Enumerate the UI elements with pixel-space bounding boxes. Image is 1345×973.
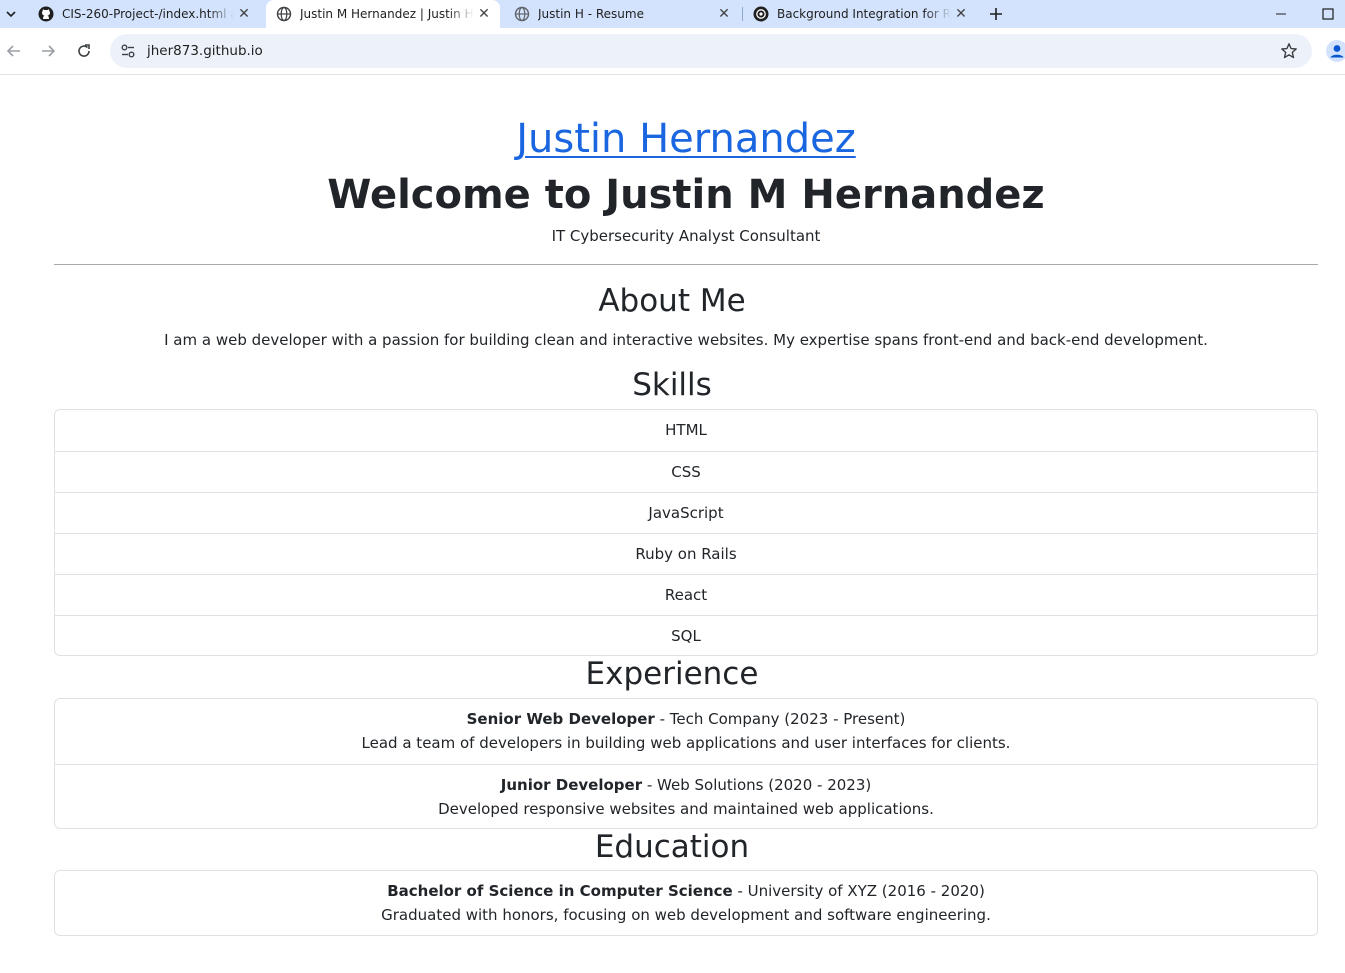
maximize-button[interactable]	[1305, 0, 1345, 28]
job-title: IT Cybersecurity Analyst Consultant	[551, 227, 821, 245]
tab-title: CIS-260-Project-/index.html at main	[62, 7, 234, 21]
forward-button[interactable]	[34, 37, 62, 65]
skill-item: HTML	[665, 421, 707, 439]
tab-title: Justin H - Resume	[538, 7, 644, 21]
education-description: Graduated with honors, focusing on web d…	[381, 906, 991, 924]
tab-search-button[interactable]	[0, 0, 22, 28]
skill-item: React	[55, 574, 1317, 615]
experience-header: Junior Developer - Web Solutions (2020 -…	[55, 773, 1317, 797]
experience-description: Lead a team of developers in building we…	[361, 734, 1011, 752]
browser-toolbar: jher873.github.io	[0, 28, 1345, 75]
tab-strip: CIS-260-Project-/index.html at main ✕ Ju…	[0, 0, 1345, 28]
tab-active-portfolio[interactable]: Justin M Hernandez | Justin Hernandez ✕	[266, 0, 500, 28]
education-detail: - University of XYZ (2016 - 2020)	[732, 882, 985, 900]
address-bar[interactable]: jher873.github.io	[110, 34, 1312, 68]
arrow-left-icon	[6, 45, 20, 57]
profile-avatar-icon[interactable]	[1326, 40, 1345, 62]
tab-resume[interactable]: Justin H - Resume ✕	[504, 0, 740, 28]
education-title: Bachelor of Science in Computer Science	[387, 882, 733, 900]
experience-header: Senior Web Developer - Tech Company (202…	[55, 707, 1317, 731]
globe-icon	[514, 6, 530, 22]
close-icon[interactable]: ✕	[714, 4, 734, 24]
globe-icon	[276, 6, 292, 22]
tab-github[interactable]: CIS-260-Project-/index.html at main ✕	[28, 0, 260, 28]
plus-icon	[990, 8, 1002, 20]
reload-icon	[78, 44, 90, 57]
tab-chatgpt[interactable]: Background Integration for Resume ✕	[743, 0, 977, 28]
new-tab-button[interactable]	[984, 0, 1008, 28]
minimize-button[interactable]	[1258, 0, 1304, 28]
site-settings-icon[interactable]	[120, 43, 136, 59]
experience-item: Junior Developer - Web Solutions (2020 -…	[55, 764, 1317, 829]
chevron-down-icon	[6, 11, 16, 18]
reload-button[interactable]	[70, 37, 98, 65]
education-list: Bachelor of Science in Computer Science …	[54, 870, 1318, 936]
education-item: Bachelor of Science in Computer Science …	[55, 871, 1317, 936]
experience-detail: - Web Solutions (2020 - 2023)	[642, 776, 872, 794]
maximize-icon	[1322, 8, 1334, 20]
page-content: Justin Hernandez Welcome to Justin M Her…	[0, 75, 1345, 973]
education-heading: Education	[594, 829, 750, 865]
skill-item: SQL	[55, 615, 1317, 656]
github-icon	[38, 6, 54, 22]
minimize-icon	[1276, 13, 1286, 15]
tab-title: Background Integration for Resume	[777, 7, 951, 21]
skill-item: Ruby on Rails	[55, 533, 1317, 574]
education-header: Bachelor of Science in Computer Science …	[55, 879, 1317, 903]
skills-heading: Skills	[632, 367, 712, 403]
skills-list: HTML CSS JavaScript Ruby on Rails React …	[54, 409, 1318, 656]
divider	[54, 264, 1318, 265]
url-text[interactable]: jher873.github.io	[147, 34, 263, 68]
close-icon[interactable]: ✕	[951, 4, 971, 24]
bookmark-star-icon[interactable]	[1280, 42, 1298, 60]
experience-list: Senior Web Developer - Tech Company (202…	[54, 698, 1318, 829]
skill-item: JavaScript	[55, 492, 1317, 533]
skill-item: CSS	[55, 451, 1317, 492]
about-heading: About Me	[598, 283, 746, 319]
experience-title: Junior Developer	[500, 776, 643, 794]
close-icon[interactable]: ✕	[474, 4, 494, 24]
site-title-link[interactable]: Justin Hernandez	[0, 113, 1345, 165]
about-text: I am a web developer with a passion for …	[164, 331, 1208, 349]
experience-item: Senior Web Developer - Tech Company (202…	[55, 699, 1317, 764]
experience-detail: - Tech Company (2023 - Present)	[654, 710, 906, 728]
back-button[interactable]	[0, 37, 28, 65]
close-icon[interactable]: ✕	[234, 4, 254, 24]
tab-title: Justin M Hernandez | Justin Hernandez	[300, 7, 474, 21]
welcome-heading: Welcome to Justin M Hernandez	[327, 172, 1045, 218]
experience-heading: Experience	[585, 656, 759, 692]
chatgpt-icon	[753, 6, 769, 22]
experience-description: Developed responsive websites and mainta…	[438, 800, 934, 818]
experience-title: Senior Web Developer	[466, 710, 655, 728]
arrow-right-icon	[42, 45, 56, 57]
